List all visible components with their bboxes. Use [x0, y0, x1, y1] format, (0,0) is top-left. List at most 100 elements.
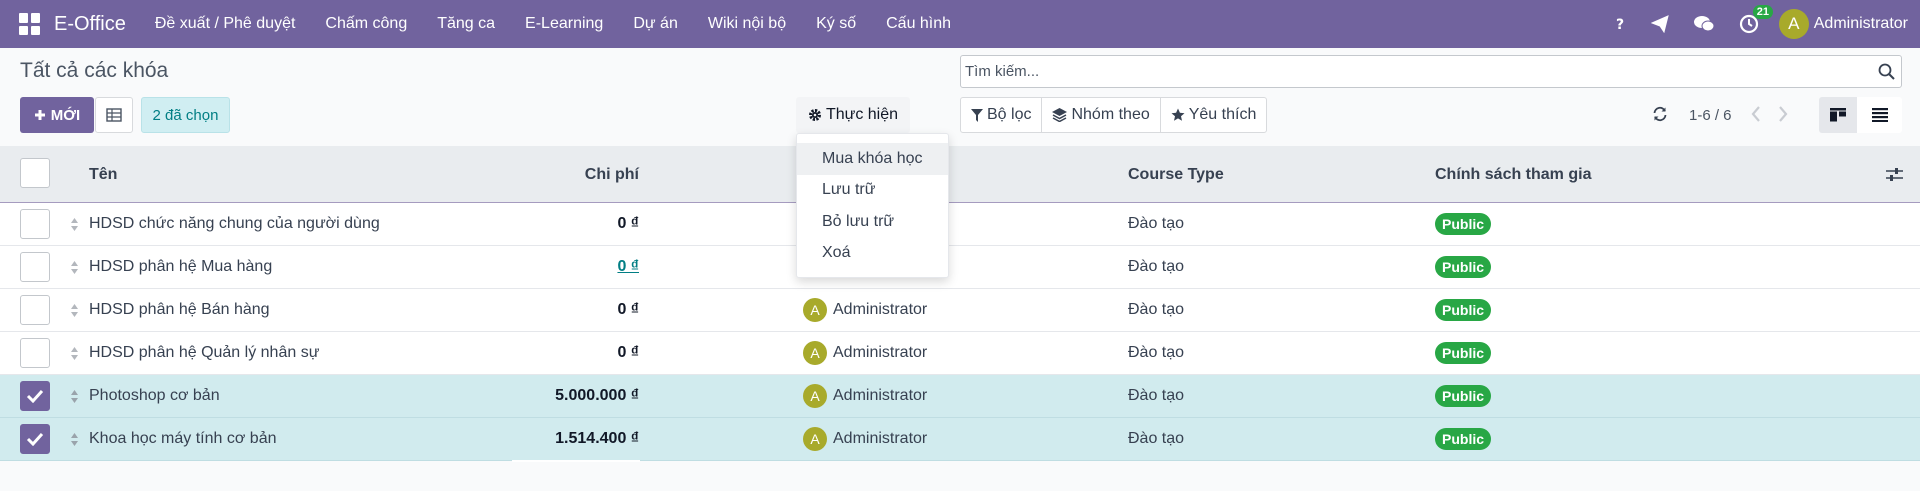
user-avatar: A	[1778, 9, 1809, 39]
kanban-icon	[1830, 108, 1846, 122]
action-dropdown-menu: Mua khóa học Lưu trữ Bỏ lưu trữ Xoá	[796, 133, 949, 278]
responsible-user: A Administrator	[803, 427, 927, 451]
action-buy-course[interactable]: Mua khóa học	[797, 143, 948, 175]
drag-handle-icon[interactable]	[70, 346, 79, 361]
search-input[interactable]	[961, 63, 1861, 80]
checkmark-icon	[26, 389, 44, 403]
row-checkbox[interactable]	[20, 295, 50, 325]
help-icon[interactable]: ?	[1613, 16, 1627, 32]
menu-proposals[interactable]: Đề xuất / Phê duyệt	[140, 15, 311, 33]
selected-count-badge[interactable]: 2 đã chọn	[141, 97, 230, 133]
course-cost: 0 ₫	[617, 215, 639, 232]
action-archive[interactable]: Lưu trữ	[797, 175, 948, 207]
svg-text:?: ?	[1616, 17, 1624, 32]
drag-handle-icon[interactable]	[70, 260, 79, 275]
menu-attendance[interactable]: Chấm công	[310, 15, 422, 33]
group-by-label: Nhóm theo	[1071, 106, 1150, 123]
policy-badge: Public	[1435, 256, 1492, 278]
filter-button[interactable]: Bộ lọc	[961, 98, 1043, 132]
course-type: Đào tạo	[1128, 258, 1185, 275]
export-table-button[interactable]	[95, 97, 133, 133]
responsible-name: Administrator	[833, 430, 928, 447]
responsible-name: Administrator	[833, 301, 928, 318]
new-button[interactable]: MỚI	[20, 97, 94, 133]
filter-label: Bộ lọc	[987, 106, 1032, 123]
drag-handle-icon[interactable]	[70, 432, 79, 447]
table-header: Tên Chi phí Course Type Chính sách tham …	[0, 146, 1920, 203]
pager-value[interactable]: 1-6 / 6	[1689, 107, 1732, 124]
table-row[interactable]: HDSD chức năng chung của người dùng 0 ₫ …	[0, 203, 1920, 246]
policy-badge: Public	[1435, 213, 1492, 235]
menu-projects[interactable]: Dự án	[618, 15, 693, 33]
chat-icon[interactable]	[1693, 15, 1715, 33]
search-icon[interactable]	[1878, 63, 1895, 80]
user-name: Administrator	[1813, 15, 1908, 32]
row-checkbox[interactable]	[20, 338, 50, 368]
action-button-label: Thực hiện	[825, 106, 899, 123]
activity-count-badge: 21	[1752, 5, 1773, 19]
menu-digital-sign[interactable]: Ký số	[801, 15, 871, 33]
search-bar	[960, 55, 1902, 88]
responsible-user: A Administrator	[803, 341, 927, 365]
group-by-button[interactable]: Nhóm theo	[1042, 98, 1161, 132]
column-cost[interactable]: Chi phí	[585, 166, 639, 184]
activity-clock-icon[interactable]: 21	[1739, 5, 1773, 34]
row-checkbox[interactable]	[20, 424, 50, 454]
policy-badge: Public	[1435, 342, 1492, 364]
responsible-name: Administrator	[833, 387, 928, 404]
search-panel-toggles: Bộ lọc Nhóm theo Yêu thích	[960, 97, 1268, 133]
action-button[interactable]: Thực hiện	[796, 97, 910, 133]
cost-total-separator	[512, 460, 640, 462]
course-cost: 1.514.400 ₫	[555, 430, 639, 447]
drag-handle-icon[interactable]	[70, 389, 79, 404]
favorites-button[interactable]: Yêu thích	[1161, 98, 1267, 132]
new-button-label: MỚI	[50, 106, 81, 124]
refresh-icon[interactable]	[1652, 106, 1668, 122]
course-name: HDSD phân hệ Quản lý nhân sự	[89, 344, 320, 361]
apps-menu-icon[interactable]	[19, 13, 41, 35]
table-icon	[106, 108, 122, 122]
table-row[interactable]: HDSD phân hệ Quản lý nhân sự 0 ₫ A Admin…	[0, 332, 1920, 375]
send-message-icon[interactable]	[1650, 15, 1669, 33]
action-delete[interactable]: Xoá	[797, 238, 948, 270]
policy-badge: Public	[1435, 385, 1492, 407]
optional-columns-icon[interactable]	[1886, 167, 1903, 182]
menu-overtime[interactable]: Tăng ca	[422, 15, 510, 33]
table-row[interactable]: HDSD phân hệ Bán hàng 0 ₫ A Administrato…	[0, 289, 1920, 332]
responsible-avatar: A	[803, 384, 827, 408]
select-all-checkbox[interactable]	[20, 158, 50, 188]
filter-icon	[971, 108, 983, 122]
star-icon	[1171, 108, 1185, 121]
gear-icon	[808, 109, 821, 121]
table-row[interactable]: Photoshop cơ bản 5.000.000 ₫ A Administr…	[0, 375, 1920, 418]
list-view-button[interactable]	[1857, 97, 1902, 133]
brand-name[interactable]: E-Office	[54, 13, 126, 36]
course-cost: 5.000.000 ₫	[555, 387, 639, 404]
menu-wiki[interactable]: Wiki nội bộ	[693, 15, 801, 33]
row-checkbox[interactable]	[20, 252, 50, 282]
responsible-user: A Administrator	[803, 298, 927, 322]
table-row[interactable]: HDSD phân hệ Mua hàng 0 ₫ Đào tạo Public	[0, 246, 1920, 289]
drag-handle-icon[interactable]	[70, 303, 79, 318]
menu-elearning[interactable]: E-Learning	[510, 15, 618, 33]
chevron-right-icon[interactable]	[1777, 105, 1789, 123]
drag-handle-icon[interactable]	[70, 217, 79, 232]
course-name: Khoa học máy tính cơ bản	[89, 430, 277, 447]
table-row[interactable]: Khoa học máy tính cơ bản 1.514.400 ₫ A A…	[0, 418, 1920, 461]
column-course-type[interactable]: Course Type	[1128, 166, 1224, 184]
chevron-left-icon[interactable]	[1750, 105, 1762, 123]
column-policy[interactable]: Chính sách tham gia	[1435, 166, 1591, 184]
checkmark-icon	[26, 432, 44, 446]
row-checkbox[interactable]	[20, 381, 50, 411]
kanban-view-button[interactable]	[1819, 97, 1857, 133]
column-name[interactable]: Tên	[89, 166, 117, 184]
course-cost[interactable]: 0 ₫	[617, 258, 639, 276]
layers-icon	[1052, 108, 1068, 122]
row-checkbox[interactable]	[20, 209, 50, 239]
page-title: Tất cả các khóa	[20, 59, 169, 82]
course-type: Đào tạo	[1128, 430, 1185, 447]
course-name: HDSD phân hệ Bán hàng	[89, 301, 270, 318]
menu-config[interactable]: Cấu hình	[871, 15, 966, 33]
action-unarchive[interactable]: Bỏ lưu trữ	[797, 206, 948, 238]
user-menu[interactable]: A Administrator	[1778, 9, 1908, 39]
